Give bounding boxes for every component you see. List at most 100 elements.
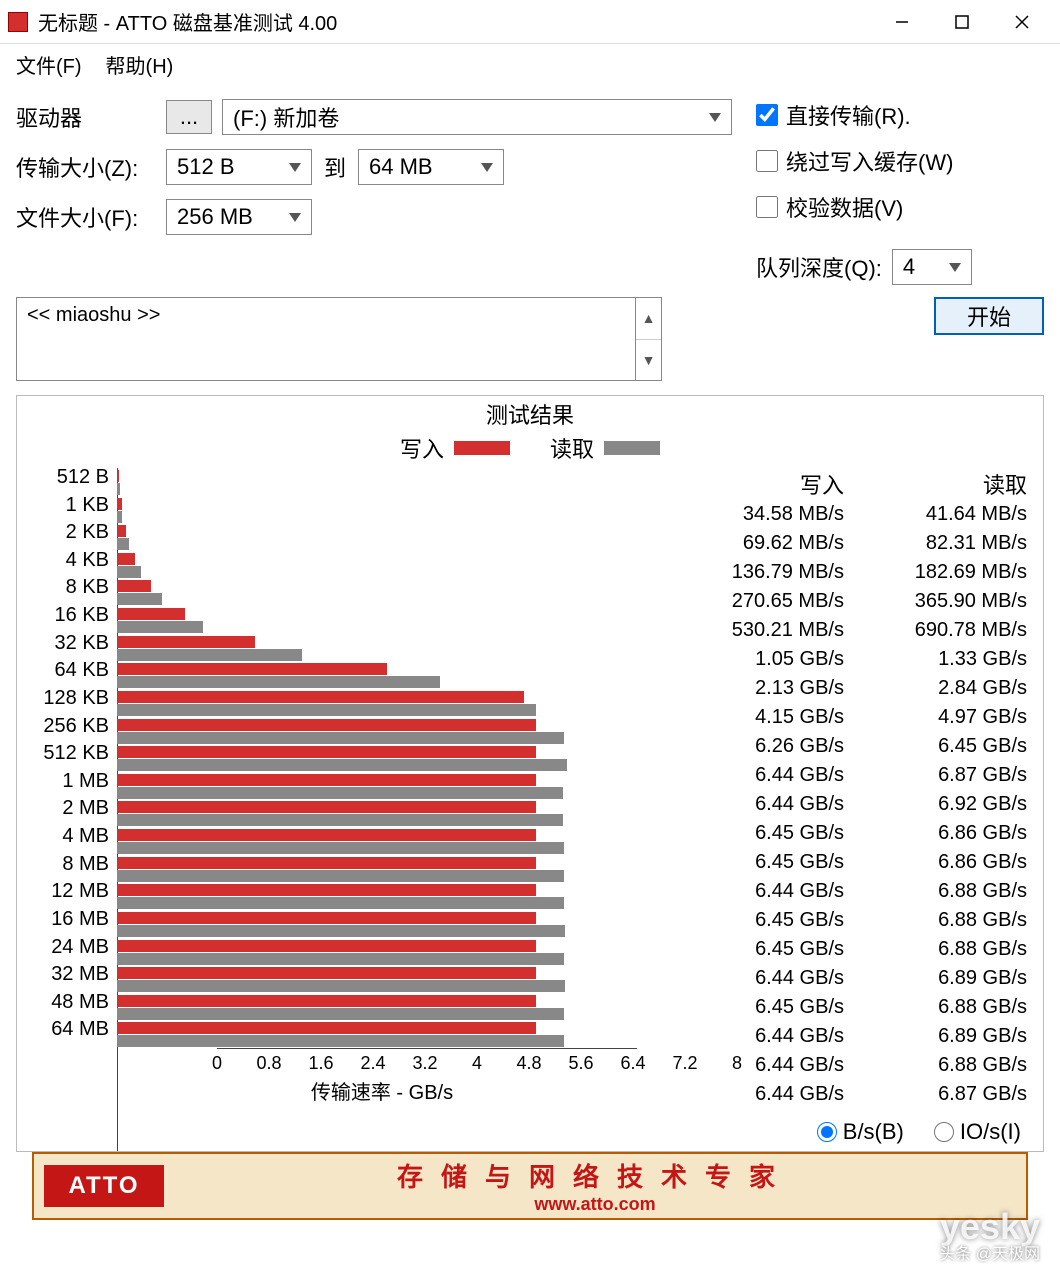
minimize-button[interactable] (872, 0, 932, 44)
write-bar (117, 553, 135, 565)
write-bar (117, 691, 524, 703)
col-read: 读取 (850, 468, 1033, 500)
y-tick-label: 64 MB (21, 1018, 109, 1041)
read-cell: 41.64 MB/s (850, 503, 1033, 526)
read-cell: 82.31 MB/s (850, 532, 1033, 555)
chevron-down-icon (289, 213, 301, 222)
verify-checkbox[interactable] (756, 196, 778, 218)
x-axis-label: 传输速率 - GB/s (117, 1074, 647, 1109)
table-row: 6.44 GB/s6.92 GB/s (667, 790, 1033, 819)
queue-depth-select[interactable]: 4 (892, 249, 972, 285)
x-tick-label: 3.2 (412, 1053, 437, 1074)
read-cell: 6.87 GB/s (850, 1083, 1033, 1106)
browse-button[interactable]: ... (166, 100, 212, 134)
bypass-cache-checkbox[interactable] (756, 150, 778, 172)
verify-label: 校验数据(V) (786, 191, 903, 223)
y-tick-label: 512 KB (21, 742, 109, 765)
legend-read-label: 读取 (550, 432, 594, 464)
y-tick-label: 2 KB (21, 521, 109, 544)
read-cell: 6.88 GB/s (850, 996, 1033, 1019)
to-label: 到 (324, 151, 346, 183)
menu-file[interactable]: 文件(F) (16, 50, 82, 79)
bypass-cache-label: 绕过写入缓存(W) (786, 145, 953, 177)
read-cell: 6.92 GB/s (850, 793, 1033, 816)
write-bar (117, 857, 536, 869)
write-bar (117, 719, 536, 731)
write-cell: 6.26 GB/s (667, 735, 850, 758)
read-cell: 6.86 GB/s (850, 822, 1033, 845)
bar-group: 24 MB (117, 940, 637, 965)
bar-group: 2 MB (117, 801, 637, 826)
x-tick-label: 4 (472, 1053, 482, 1074)
y-tick-label: 512 B (21, 466, 109, 489)
x-tick-label: 5.6 (568, 1053, 593, 1074)
read-bar (117, 566, 141, 578)
y-tick-label: 128 KB (21, 687, 109, 710)
xfer-to-select[interactable]: 64 MB (358, 149, 504, 185)
y-tick-label: 8 KB (21, 576, 109, 599)
write-bar (117, 912, 536, 924)
x-tick-label: 1.6 (308, 1053, 333, 1074)
write-cell: 6.45 GB/s (667, 996, 850, 1019)
footer-banner: ATTO 存储与网络技术专家 www.atto.com (32, 1152, 1028, 1220)
write-cell: 136.79 MB/s (667, 561, 850, 584)
file-size-select[interactable]: 256 MB (166, 199, 312, 235)
bar-group: 8 KB (117, 580, 637, 605)
y-tick-label: 1 MB (21, 770, 109, 793)
read-bar (117, 621, 203, 633)
y-tick-label: 2 MB (21, 797, 109, 820)
read-bar (117, 787, 563, 799)
read-bar (117, 704, 536, 716)
description-input[interactable]: << miaoshu >> (16, 297, 636, 381)
footer-slogan: 存储与网络技术专家 (164, 1157, 1026, 1194)
read-cell: 6.88 GB/s (850, 909, 1033, 932)
table-row: 530.21 MB/s690.78 MB/s (667, 616, 1033, 645)
bar-group: 64 MB (117, 1022, 637, 1047)
close-button[interactable] (992, 0, 1052, 44)
y-tick-label: 24 MB (21, 936, 109, 959)
table-row: 6.45 GB/s6.86 GB/s (667, 848, 1033, 877)
drive-select[interactable]: (F:) 新加卷 (222, 99, 732, 135)
read-cell: 6.89 GB/s (850, 967, 1033, 990)
bar-group: 32 MB (117, 967, 637, 992)
read-bar (117, 953, 564, 965)
start-button[interactable]: 开始 (934, 297, 1044, 335)
bar-group: 1 MB (117, 774, 637, 799)
read-bar (117, 538, 129, 550)
bar-group: 12 MB (117, 884, 637, 909)
scroll-up-icon[interactable]: ▲ (636, 298, 661, 340)
read-cell: 6.89 GB/s (850, 1025, 1033, 1048)
write-bar (117, 967, 536, 979)
read-bar (117, 814, 563, 826)
read-cell: 2.84 GB/s (850, 677, 1033, 700)
y-tick-label: 4 MB (21, 825, 109, 848)
scroll-down-icon[interactable]: ▼ (636, 340, 661, 381)
unit-bytes-radio[interactable]: B/s(B) (817, 1119, 904, 1145)
maximize-button[interactable] (932, 0, 992, 44)
menu-help[interactable]: 帮助(H) (106, 50, 174, 79)
y-tick-label: 8 MB (21, 853, 109, 876)
xfer-from-select[interactable]: 512 B (166, 149, 312, 185)
y-tick-label: 256 KB (21, 715, 109, 738)
bar-group: 48 MB (117, 995, 637, 1020)
drive-value: (F:) 新加卷 (233, 101, 709, 133)
bar-group: 4 MB (117, 829, 637, 854)
write-cell: 1.05 GB/s (667, 648, 850, 671)
bar-group: 1 KB (117, 498, 637, 523)
write-cell: 34.58 MB/s (667, 503, 850, 526)
table-row: 4.15 GB/s4.97 GB/s (667, 703, 1033, 732)
y-tick-label: 48 MB (21, 991, 109, 1014)
x-tick-label: 7.2 (672, 1053, 697, 1074)
write-bar (117, 608, 185, 620)
file-size-label: 文件大小(F): (16, 201, 166, 233)
description-scrollbar[interactable]: ▲ ▼ (636, 297, 662, 381)
write-cell: 2.13 GB/s (667, 677, 850, 700)
direct-io-checkbox[interactable] (756, 104, 778, 126)
write-bar (117, 774, 536, 786)
direct-io-label: 直接传输(R). (786, 99, 911, 131)
write-bar (117, 1022, 536, 1034)
read-cell: 6.88 GB/s (850, 938, 1033, 961)
legend-write-swatch (454, 441, 510, 455)
x-tick-label: 2.4 (360, 1053, 385, 1074)
unit-io-radio[interactable]: IO/s(I) (934, 1119, 1021, 1145)
